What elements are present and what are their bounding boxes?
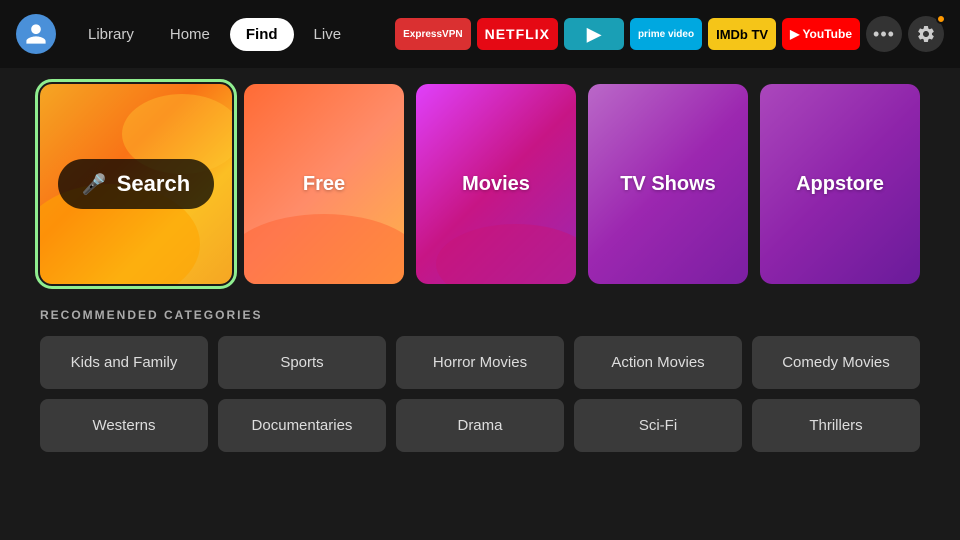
- app-youtube[interactable]: ▶ YouTube: [782, 18, 860, 50]
- more-apps-button[interactable]: •••: [866, 16, 902, 52]
- recommended-section: RECOMMENDED CATEGORIES Kids and Family S…: [40, 308, 920, 452]
- app-prime[interactable]: prime video: [630, 18, 702, 50]
- movies-label: Movies: [462, 173, 530, 196]
- app-freevee[interactable]: ▶: [564, 18, 624, 50]
- free-label: Free: [303, 173, 345, 196]
- section-title: RECOMMENDED CATEGORIES: [40, 308, 920, 322]
- top-navigation: Library Home Find Live ExpressVPN NETFLI…: [0, 0, 960, 68]
- category-horror-movies[interactable]: Horror Movies: [396, 336, 564, 389]
- nav-links: Library Home Find Live: [72, 18, 357, 51]
- category-thrillers[interactable]: Thrillers: [752, 399, 920, 452]
- mic-icon: 🎤: [82, 172, 107, 197]
- gear-icon: [916, 24, 936, 44]
- category-comedy-movies[interactable]: Comedy Movies: [752, 336, 920, 389]
- free-tile[interactable]: Free: [244, 84, 404, 284]
- nav-home[interactable]: Home: [154, 18, 226, 51]
- appstore-tile[interactable]: Appstore: [760, 84, 920, 284]
- search-button[interactable]: 🎤 Search: [58, 159, 214, 209]
- nav-find[interactable]: Find: [230, 18, 294, 51]
- nav-live[interactable]: Live: [298, 18, 358, 51]
- search-label: Search: [117, 171, 190, 197]
- category-kids-family[interactable]: Kids and Family: [40, 336, 208, 389]
- categories-grid: Kids and Family Sports Horror Movies Act…: [40, 336, 920, 452]
- movies-tile[interactable]: Movies: [416, 84, 576, 284]
- category-sports[interactable]: Sports: [218, 336, 386, 389]
- tvshows-tile[interactable]: TV Shows: [588, 84, 748, 284]
- tvshows-label: TV Shows: [620, 173, 716, 196]
- avatar[interactable]: [16, 14, 56, 54]
- category-westerns[interactable]: Westerns: [40, 399, 208, 452]
- appstore-label: Appstore: [796, 173, 884, 196]
- settings-button[interactable]: [908, 16, 944, 52]
- main-content: 🎤 Search Free Movies TV Shows Appstore R…: [0, 68, 960, 468]
- search-tile[interactable]: 🎤 Search: [40, 84, 232, 284]
- category-drama[interactable]: Drama: [396, 399, 564, 452]
- avatar-icon: [24, 22, 48, 46]
- category-documentaries[interactable]: Documentaries: [218, 399, 386, 452]
- app-netflix[interactable]: NETFLIX: [477, 18, 558, 50]
- nav-library[interactable]: Library: [72, 18, 150, 51]
- settings-notification-dot: [936, 14, 946, 24]
- tiles-row: 🎤 Search Free Movies TV Shows Appstore: [40, 84, 920, 284]
- app-imdb[interactable]: IMDb TV: [708, 18, 776, 50]
- app-expressvpn[interactable]: ExpressVPN: [395, 18, 470, 50]
- category-action-movies[interactable]: Action Movies: [574, 336, 742, 389]
- nav-apps: ExpressVPN NETFLIX ▶ prime video IMDb TV…: [395, 16, 944, 52]
- category-scifi[interactable]: Sci-Fi: [574, 399, 742, 452]
